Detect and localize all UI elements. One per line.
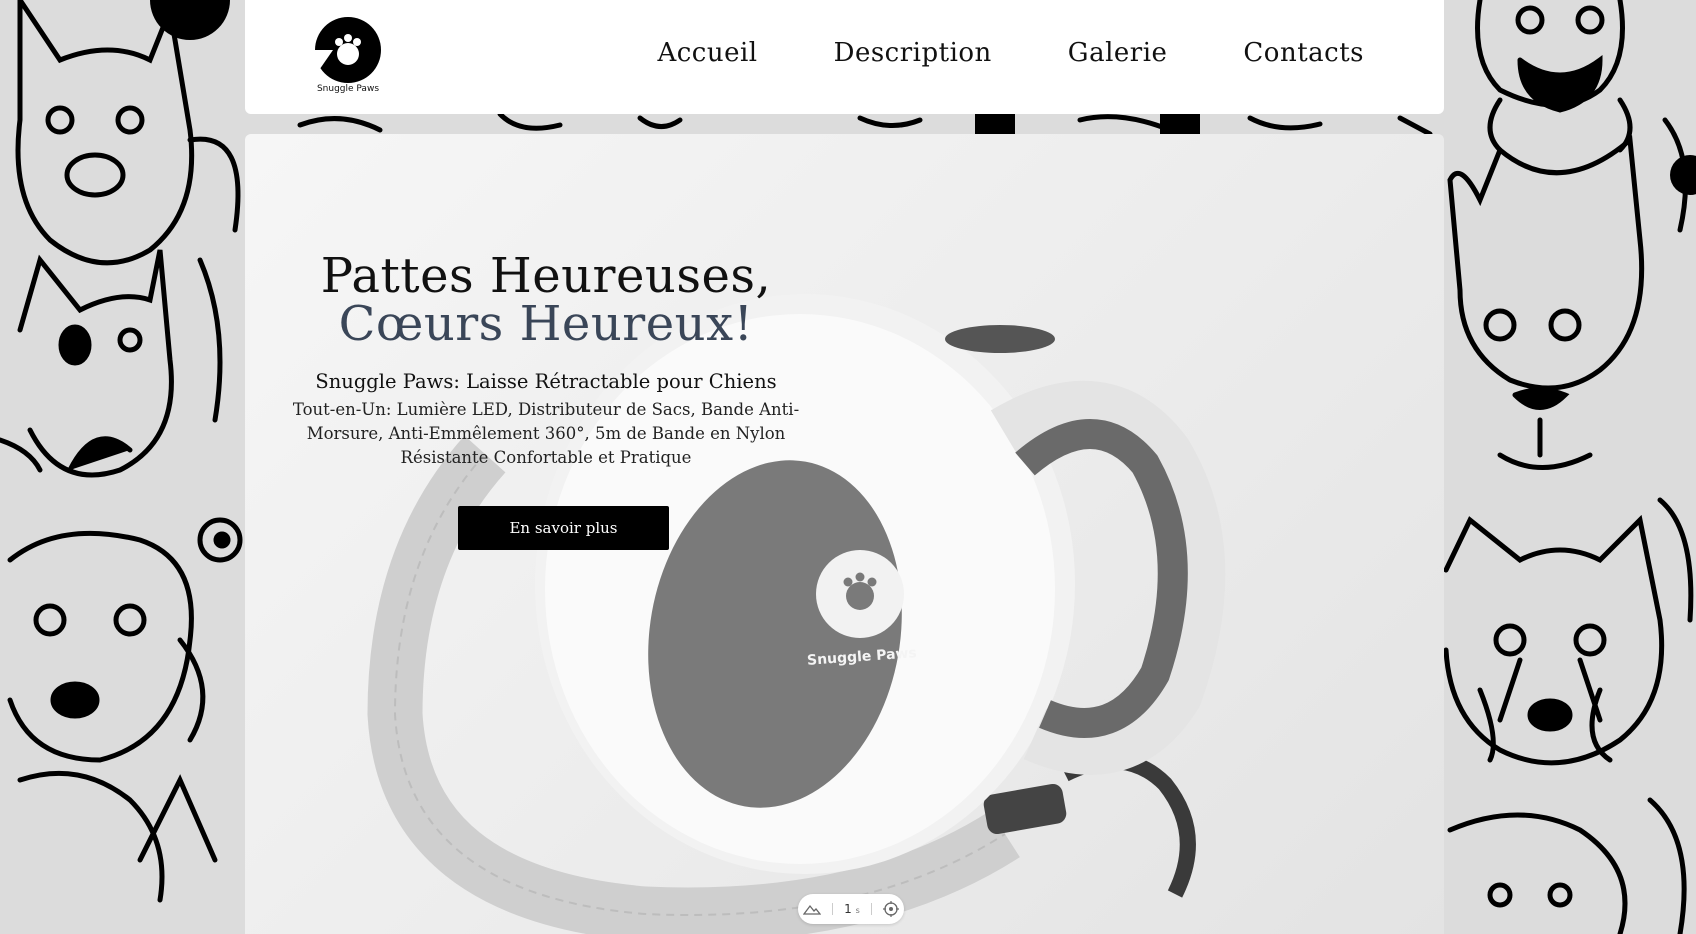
- nav-item-contacts[interactable]: Contacts: [1243, 38, 1364, 68]
- main-nav: Accueil Description Galerie Contacts: [657, 38, 1364, 68]
- hero-title-line1: Pattes Heureuses,: [320, 248, 772, 304]
- hero-text-block: Pattes Heureuses, Cœurs Heureux! Snuggle…: [265, 252, 827, 470]
- learn-more-button[interactable]: En savoir plus: [458, 506, 669, 550]
- site-header: Snuggle Paws Accueil Description Galerie…: [245, 0, 1444, 114]
- mountain-icon[interactable]: [803, 903, 822, 915]
- hero-title-line2: Cœurs Heureux!: [338, 296, 754, 352]
- nav-item-galerie[interactable]: Galerie: [1068, 38, 1168, 68]
- nav-item-description[interactable]: Description: [834, 38, 992, 68]
- hero-subtitle: Snuggle Paws: Laisse Rétractable pour Ch…: [315, 370, 777, 393]
- brand-name: Snuggle Paws: [316, 84, 380, 94]
- target-icon[interactable]: [882, 901, 899, 917]
- viewer-toolbar: 1 s: [798, 894, 904, 924]
- hero-section: Snuggle Paws Pattes Heureuses, Cœurs Heu…: [245, 134, 1444, 934]
- hero-description: Tout-en-Un: Lumière LED, Distributeur de…: [292, 400, 800, 467]
- toolbar-divider: [832, 903, 834, 915]
- nav-item-accueil[interactable]: Accueil: [657, 38, 757, 68]
- slide-counter: 1 s: [844, 902, 860, 916]
- toolbar-divider: [870, 903, 872, 915]
